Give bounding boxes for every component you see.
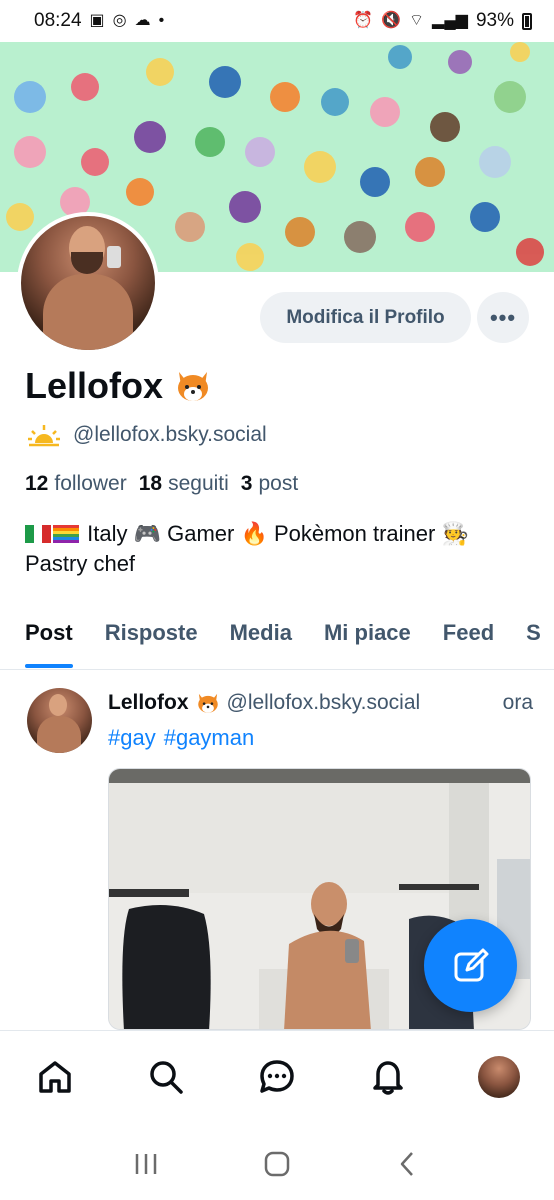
gallery-icon: ▣	[89, 12, 105, 29]
tab-starter-packs[interactable]: S	[526, 598, 541, 668]
profile-display-name: Lellofox	[25, 365, 213, 407]
tab-mi-piace[interactable]: Mi piace	[324, 598, 411, 668]
following-link[interactable]: 18 seguiti	[139, 472, 229, 496]
tab-risposte[interactable]: Risposte	[105, 598, 198, 668]
tab-feed[interactable]: Feed	[443, 598, 494, 668]
mute-icon: 🔇	[381, 12, 401, 29]
ellipsis-icon: •••	[489, 304, 517, 330]
chat-icon	[260, 1060, 294, 1093]
posts-count: 3	[240, 472, 253, 495]
fox-emoji-icon	[178, 372, 209, 401]
compose-post-button[interactable]	[424, 919, 517, 1012]
battery-percent: 93%	[475, 10, 514, 31]
profile-stats: 12 follower 18 seguiti 3 post	[25, 472, 298, 496]
post-tags: #gay #gayman	[108, 725, 254, 751]
post-author-avatar[interactable]	[27, 688, 92, 753]
profile-bio: Italy 🎮 Gamer 🔥 Pokèmon trainer 🧑‍🍳 Past…	[25, 519, 535, 579]
tab-post[interactable]: Post	[25, 598, 73, 668]
following-count: 18	[138, 472, 163, 495]
dot-icon: •	[158, 12, 165, 29]
display-name-text: Lellofox	[25, 365, 164, 406]
bottom-navigation	[0, 1030, 554, 1128]
post-author-name[interactable]: Lellofox	[108, 691, 189, 715]
sun-icon	[28, 425, 60, 447]
italy-flag-icon	[25, 525, 51, 543]
nav-notifications[interactable]	[364, 1053, 412, 1101]
home-button-icon[interactable]	[262, 1149, 292, 1179]
followers-count: 12	[25, 472, 49, 495]
status-time: 08:24	[34, 10, 82, 31]
followers-label: follower	[54, 472, 127, 495]
followers-link[interactable]: 12 follower	[25, 472, 127, 496]
post-author-handle[interactable]: @lellofox.bsky.social	[227, 691, 421, 715]
profile-avatar[interactable]	[17, 212, 159, 354]
fox-emoji-icon	[197, 693, 218, 713]
status-bar: 08:24 ▣ ◎ ☁ • ⏰ 🔇 ⌔ ▂▄▆ 93%	[0, 0, 554, 42]
nav-search[interactable]	[142, 1053, 190, 1101]
battery-icon	[522, 12, 532, 30]
edit-profile-button[interactable]: Modifica il Profilo	[260, 292, 471, 343]
post-tag[interactable]: #gay	[108, 725, 156, 751]
signal-icon: ▂▄▆	[432, 12, 468, 29]
profile-tabs: Post Risposte Media Mi piace Feed S	[0, 598, 554, 670]
search-icon	[150, 1061, 183, 1094]
bell-icon	[373, 1061, 403, 1095]
tab-media[interactable]: Media	[230, 598, 292, 668]
nav-home[interactable]	[31, 1053, 79, 1101]
nav-chat[interactable]	[253, 1053, 301, 1101]
rainbow-flag-icon	[53, 525, 79, 543]
post-timestamp: ora	[502, 691, 533, 714]
compose-icon	[454, 948, 488, 981]
nav-profile-avatar	[477, 1056, 520, 1098]
system-navigation-bar	[0, 1128, 554, 1200]
more-options-button[interactable]: •••	[477, 292, 529, 343]
wifi-icon: ⌔	[408, 12, 425, 29]
post-header: Lellofox @lellofox.bsky.social ora	[108, 690, 533, 716]
profile-handle-row: @lellofox.bsky.social	[27, 423, 267, 447]
back-icon[interactable]	[393, 1149, 423, 1179]
alarm-icon: ⏰	[353, 12, 374, 29]
recent-apps-icon[interactable]	[131, 1149, 161, 1179]
post-tag[interactable]: #gayman	[164, 725, 255, 751]
home-icon	[39, 1061, 72, 1093]
posts-label: post	[258, 472, 299, 495]
profile-handle[interactable]: @lellofox.bsky.social	[73, 423, 267, 447]
following-label: seguiti	[168, 472, 229, 495]
bio-text-line1: Italy 🎮 Gamer 🔥 Pokèmon trainer 🧑‍🍳	[87, 521, 469, 546]
whatsapp-icon: ◎	[112, 12, 127, 29]
nav-profile[interactable]	[475, 1053, 523, 1101]
cloud-icon: ☁	[134, 12, 151, 29]
bio-text-line2: Pastry chef	[25, 551, 136, 576]
posts-stat: 3 post	[241, 472, 298, 496]
